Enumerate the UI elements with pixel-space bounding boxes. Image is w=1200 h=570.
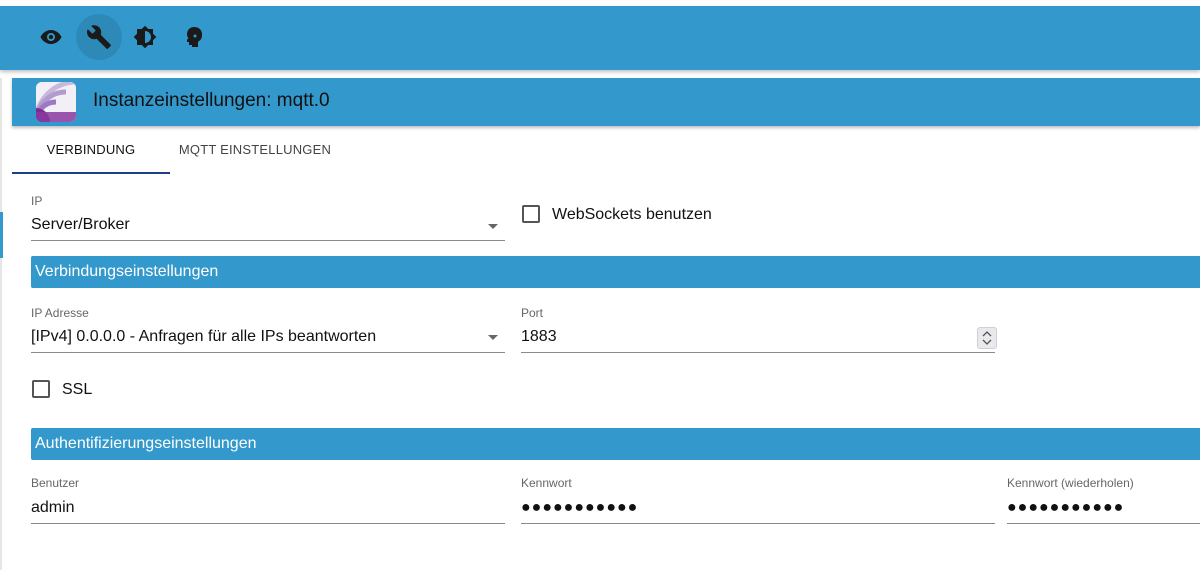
side-accent [0,212,3,258]
side-divider [0,78,2,570]
ip-select-underline [31,240,505,241]
password-label: Kennwort [521,476,572,490]
section-title: Verbindungseinstellungen [35,263,219,280]
top-toolbar [0,6,1200,70]
ssl-label: SSL [62,381,93,398]
section-connection-settings: Verbindungseinstellungen [31,256,1200,288]
section-title: Authentifizierungseinstellungen [35,435,257,452]
tab-active-indicator [12,172,170,174]
section-auth-settings: Authentifizierungseinstellungen [31,428,1200,460]
user-label: Benutzer [31,476,80,490]
user-underline [31,523,505,524]
chevron-down-icon[interactable] [488,335,498,340]
port-underline [521,352,995,353]
ip-label: IP [31,194,43,208]
expert-head-icon[interactable] [170,14,216,60]
ip-select[interactable]: Server/Broker [31,216,130,234]
password-underline [521,523,995,524]
tab-bar: Verbindung MQTT Einstellungen [12,128,1200,174]
password-input[interactable]: ●●●●●●●●●●● [521,499,638,517]
password-repeat-underline [1007,523,1200,524]
websockets-checkbox[interactable] [522,205,540,223]
ip-address-select[interactable]: [IPv4] 0.0.0.0 - Anfragen für alle IPs b… [31,328,376,346]
dialog-title: Instanzeinstellungen: mqtt.0 [93,90,330,111]
password-repeat-input[interactable]: ●●●●●●●●●●● [1007,499,1124,517]
port-label: Port [521,306,544,320]
eye-icon[interactable] [28,14,74,60]
chevron-down-icon[interactable] [488,224,498,229]
port-stepper[interactable] [977,327,997,349]
tab-mqtt-einstellungen[interactable]: MQTT Einstellungen [170,128,340,172]
ssl-checkbox[interactable] [32,380,50,398]
ip-address-label: IP Adresse [31,306,89,320]
user-input[interactable]: admin [31,499,75,517]
websockets-label: WebSockets benutzen [552,206,712,223]
brightness-icon[interactable] [122,14,168,60]
password-repeat-label: Kennwort (wiederholen) [1007,476,1134,490]
port-input[interactable]: 1883 [521,328,557,346]
ip-address-underline [31,352,505,353]
mqtt-logo-icon [36,82,76,122]
dialog-header: Instanzeinstellungen: mqtt.0 [12,78,1200,126]
tab-verbindung[interactable]: Verbindung [12,128,170,172]
wrench-icon[interactable] [76,14,122,60]
